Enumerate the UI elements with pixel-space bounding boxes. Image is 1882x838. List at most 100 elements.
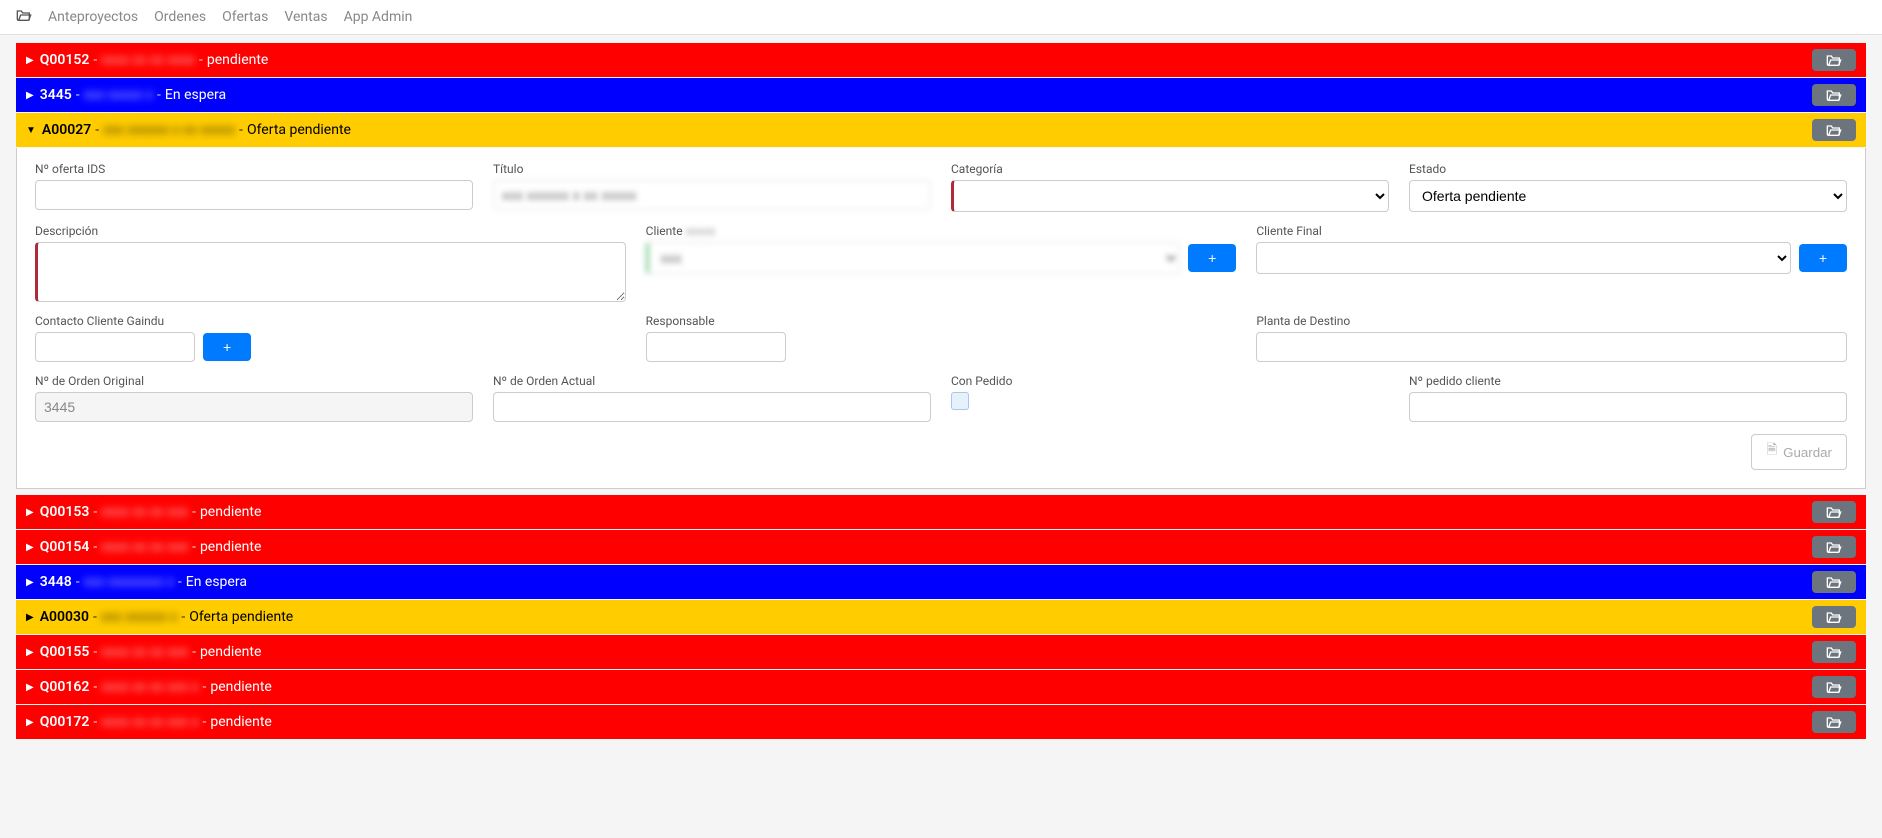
open-folder-button[interactable] bbox=[1812, 641, 1856, 663]
row-hidden-text: xxxx xx xx xxx bbox=[101, 539, 188, 555]
input-norden-act[interactable] bbox=[493, 392, 931, 422]
row-code: Q00154 bbox=[40, 539, 90, 555]
row-hidden-text: xxxx xx xx xxx bbox=[101, 644, 188, 660]
row-code: Q00155 bbox=[40, 644, 90, 660]
row-sep: - bbox=[95, 122, 99, 138]
plus-icon: + bbox=[1208, 250, 1216, 266]
navbar: Anteproyectos Ordenes Ofertas Ventas App… bbox=[0, 0, 1882, 35]
label-planta: Planta de Destino bbox=[1256, 314, 1847, 328]
input-noferta[interactable] bbox=[35, 180, 473, 210]
list-row[interactable]: ▶ A00030 - xxx xxxxxx x - Oferta pendien… bbox=[16, 600, 1866, 634]
row-sep: - bbox=[181, 609, 185, 625]
label-estado: Estado bbox=[1409, 162, 1847, 176]
label-con-pedido: Con Pedido bbox=[951, 374, 1389, 388]
caret-icon: ▶ bbox=[26, 647, 34, 658]
open-folder-button[interactable] bbox=[1812, 676, 1856, 698]
label-norden-act: Nº de Orden Actual bbox=[493, 374, 931, 388]
row-hidden-text: xxxx xx xx xxx x bbox=[101, 714, 198, 730]
caret-icon: ▶ bbox=[26, 507, 34, 518]
list-row[interactable]: ▶ Q00162 - xxxx xx xx xxx x - pendiente bbox=[16, 670, 1866, 704]
save-icon: 🗎 bbox=[1766, 441, 1777, 463]
select-categoria[interactable] bbox=[951, 180, 1389, 212]
save-label: Guardar bbox=[1783, 445, 1832, 460]
open-folder-button[interactable] bbox=[1812, 606, 1856, 628]
label-responsable: Responsable bbox=[646, 314, 1237, 328]
list-row[interactable]: ▶ 3445 - xxx xxxxx x - En espera bbox=[16, 78, 1866, 112]
row-hidden-text: xxxx xx xx xxx x bbox=[101, 679, 198, 695]
row-status: pendiente bbox=[200, 539, 261, 555]
nav-app-admin[interactable]: App Admin bbox=[344, 9, 413, 25]
input-titulo[interactable] bbox=[493, 180, 931, 210]
row-status: pendiente bbox=[207, 52, 268, 68]
list-row[interactable]: ▼ A00027 - xxx xxxxxx x xx xxxxx - Ofert… bbox=[16, 113, 1866, 147]
list-row[interactable]: ▶ Q00172 - xxxx xx xx xxx x - pendiente bbox=[16, 705, 1866, 739]
save-button[interactable]: 🗎 Guardar bbox=[1751, 434, 1847, 470]
open-folder-button[interactable] bbox=[1812, 501, 1856, 523]
select-cliente[interactable]: xxx bbox=[646, 242, 1180, 274]
row-sep: - bbox=[76, 87, 80, 103]
checkbox-con-pedido[interactable] bbox=[951, 392, 969, 410]
row-sep: - bbox=[157, 87, 161, 103]
row-hidden-text: xxxx xx xx xxxx bbox=[101, 52, 195, 68]
list-row[interactable]: ▶ Q00152 - xxxx xx xx xxxx - pendiente bbox=[16, 43, 1866, 77]
list-row[interactable]: ▶ 3448 - xxx xxxxxxxx x - En espera bbox=[16, 565, 1866, 599]
input-npedido[interactable] bbox=[1409, 392, 1847, 422]
row-sep: - bbox=[178, 574, 182, 590]
row-status: En espera bbox=[165, 87, 226, 103]
caret-icon: ▶ bbox=[26, 682, 34, 693]
label-cliente-final: Cliente Final bbox=[1256, 224, 1847, 238]
row-sep: - bbox=[93, 679, 97, 695]
row-hidden-text: xxx xxxxxx x xx xxxxx bbox=[103, 122, 235, 138]
add-cliente-final-button[interactable]: + bbox=[1799, 244, 1847, 272]
open-folder-button[interactable] bbox=[1812, 571, 1856, 593]
row-sep: - bbox=[192, 644, 196, 660]
row-code: A00030 bbox=[40, 609, 89, 625]
open-folder-button[interactable] bbox=[1812, 536, 1856, 558]
row-sep: - bbox=[239, 122, 243, 138]
textarea-descripcion[interactable] bbox=[35, 242, 626, 302]
list-row[interactable]: ▶ Q00155 - xxxx xx xx xxx - pendiente bbox=[16, 635, 1866, 669]
input-planta[interactable] bbox=[1256, 332, 1847, 362]
open-folder-button[interactable] bbox=[1812, 49, 1856, 71]
nav-anteproyectos[interactable]: Anteproyectos bbox=[48, 9, 138, 25]
open-folder-button[interactable] bbox=[1812, 84, 1856, 106]
select-cliente-final[interactable] bbox=[1256, 242, 1790, 274]
list-row[interactable]: ▶ Q00153 - xxxx xx xx xxx - pendiente bbox=[16, 495, 1866, 529]
row-sep: - bbox=[199, 52, 203, 68]
label-contacto: Contacto Cliente Gaindu bbox=[35, 314, 626, 328]
row-code: 3448 bbox=[40, 574, 72, 590]
row-status: pendiente bbox=[200, 504, 261, 520]
nav-ofertas[interactable]: Ofertas bbox=[222, 9, 268, 25]
open-folder-button[interactable] bbox=[1812, 119, 1856, 141]
input-contacto[interactable] bbox=[35, 332, 195, 362]
label-descripcion: Descripción bbox=[35, 224, 626, 238]
row-sep: - bbox=[93, 52, 97, 68]
row-code: A00027 bbox=[42, 122, 91, 138]
label-noferta: Nº oferta IDS bbox=[35, 162, 473, 176]
row-status: Oferta pendiente bbox=[189, 609, 293, 625]
input-responsable[interactable] bbox=[646, 332, 786, 362]
add-contacto-button[interactable]: + bbox=[203, 333, 251, 361]
select-estado[interactable]: Oferta pendiente bbox=[1409, 180, 1847, 212]
list-row[interactable]: ▶ Q00154 - xxxx xx xx xxx - pendiente bbox=[16, 530, 1866, 564]
row-status: Oferta pendiente bbox=[247, 122, 351, 138]
nav-ventas[interactable]: Ventas bbox=[284, 9, 327, 25]
row-status: pendiente bbox=[210, 714, 271, 730]
row-sep: - bbox=[93, 609, 97, 625]
folder-open-icon[interactable] bbox=[16, 8, 32, 26]
caret-icon: ▶ bbox=[26, 90, 34, 101]
row-code: Q00152 bbox=[40, 52, 90, 68]
row-hidden-text: xxxx xx xx xxx bbox=[101, 504, 188, 520]
input-norden-orig bbox=[35, 392, 473, 422]
row-status: pendiente bbox=[200, 644, 261, 660]
plus-icon: + bbox=[1819, 250, 1827, 266]
row-code: Q00172 bbox=[40, 714, 90, 730]
open-folder-button[interactable] bbox=[1812, 711, 1856, 733]
row-hidden-text: xxx xxxxx x bbox=[84, 87, 153, 103]
label-cliente: Cliente xxxxx bbox=[646, 224, 1237, 238]
add-cliente-button[interactable]: + bbox=[1188, 244, 1236, 272]
caret-icon: ▶ bbox=[26, 542, 34, 553]
caret-icon: ▶ bbox=[26, 612, 34, 623]
nav-ordenes[interactable]: Ordenes bbox=[154, 9, 206, 25]
row-sep: - bbox=[202, 714, 206, 730]
